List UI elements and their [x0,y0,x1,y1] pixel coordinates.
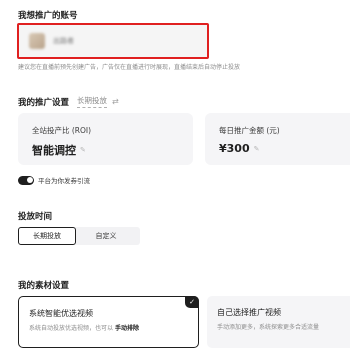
coupon-toggle[interactable] [18,175,34,185]
material-option-desc: 手动添加更多，系统探索更多合适流量 [217,324,320,331]
account-name: 出路者 [53,37,74,45]
promo-settings-header: 我的推广设置 长期投放 ⇄ [18,95,119,108]
edit-icon[interactable]: ✎ [80,146,86,154]
coupon-toggle-label: 平台为你发券引流 [38,177,90,185]
check-icon: ✓ [185,296,199,308]
material-option-manual[interactable]: 自己选择推广视频 手动添加更多，系统探索更多合适流量 [207,296,350,348]
account-selector[interactable]: 出路者 [17,23,209,59]
material-option-title: 自己选择推广视频 [217,308,281,317]
live-hint-text: 建议您在直播前预先创建广告，广告仅在直播进行时展现，直播结束后自动停止投放 [18,64,241,71]
material-desc-text: 系统自动投放优选视频，也可以 [29,325,114,332]
material-option-title: 系统智能优选视频 [29,309,93,318]
account-section-title: 我想推广的账号 [18,11,78,21]
budget-value-row: ¥300 ✎ [219,142,260,155]
roi-value: 智能调控 [32,144,76,157]
avatar [29,33,45,49]
materials-title: 我的素材设置 [18,281,70,291]
roi-value-row: 智能调控 ✎ [32,142,86,158]
promo-settings-title: 我的推广设置 [18,97,70,108]
roi-card[interactable]: 全站投产比 (ROI) 智能调控 ✎ [18,113,193,165]
schedule-title: 投放时间 [18,212,53,222]
promo-mode-label[interactable]: 长期投放 [77,95,108,108]
schedule-option-long-term[interactable]: 长期投放 [18,227,76,245]
budget-label: 每日推广金额 (元) [219,126,280,135]
budget-value: ¥300 [219,142,250,155]
roi-label: 全站投产比 (ROI) [32,126,92,135]
budget-card[interactable]: 每日推广金额 (元) ¥300 ✎ [205,113,350,165]
schedule-segmented-control: 长期投放 自定义 [18,227,140,245]
manual-exclude-link[interactable]: 手动排除 [115,325,139,332]
material-option-desc: 系统自动投放优选视频，也可以 手动排除 [29,323,139,332]
swap-icon[interactable]: ⇄ [112,97,119,106]
material-option-smart[interactable]: ✓ 系统智能优选视频 系统自动投放优选视频，也可以 手动排除 [18,296,199,348]
schedule-option-custom[interactable]: 自定义 [76,227,136,245]
coupon-toggle-row: 平台为你发券引流 [18,175,90,185]
edit-icon[interactable]: ✎ [254,145,260,153]
